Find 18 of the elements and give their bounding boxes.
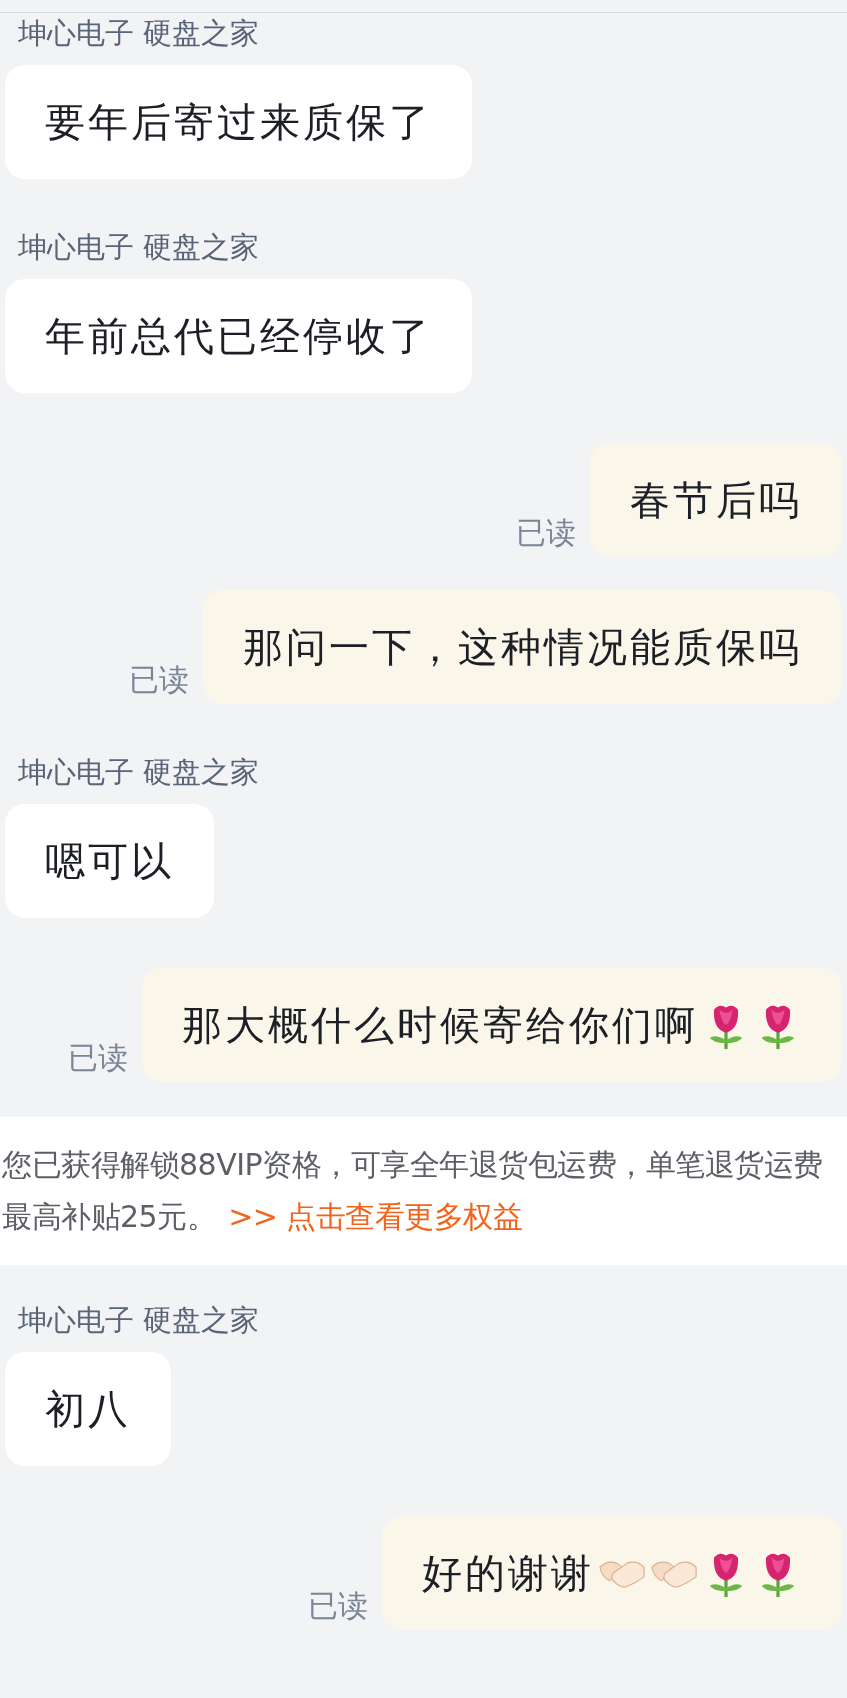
read-status: 已读: [516, 515, 576, 551]
message-bubble: 好的谢谢: [382, 1516, 842, 1630]
message-bubble: 那问一下，这种情况能质保吗: [203, 590, 842, 704]
read-status: 已读: [308, 1588, 368, 1624]
message-bubble: 嗯可以: [5, 804, 214, 918]
message-bubble: 那大概什么时候寄给你们啊: [142, 968, 842, 1082]
message-bubble: 年前总代已经停收了: [5, 279, 472, 393]
sender-name: 坤心电子 硬盘之家: [18, 754, 260, 790]
benefits-link[interactable]: >> 点击查看更多权益: [228, 1199, 523, 1234]
sender-name: 坤心电子 硬盘之家: [18, 15, 260, 51]
message-bubble: 春节后吗: [590, 443, 842, 557]
sender-name: 坤心电子 硬盘之家: [18, 229, 260, 265]
notice-text: 您已获得解锁88VIP资格，可享全年退货包运费，单笔退货运费最高补贴25元。 >> 点击查看更多权益: [1, 1146, 824, 1236]
sender-name: 坤心电子 硬盘之家: [18, 1302, 260, 1338]
message-bubble: 初八: [5, 1352, 171, 1466]
message-bubble: 要年后寄过来质保了: [5, 65, 472, 179]
read-status: 已读: [68, 1040, 128, 1076]
read-status: 已读: [129, 662, 189, 698]
